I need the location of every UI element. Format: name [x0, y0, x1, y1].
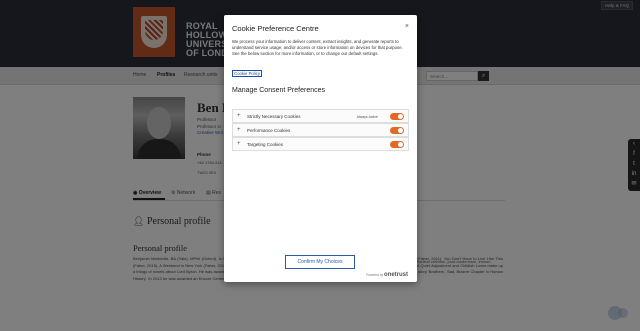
- category-label: Strictly Necessary Cookies: [247, 114, 301, 119]
- cookie-category-strictly-necessary[interactable]: + Strictly Necessary Cookies Always Acti…: [232, 109, 409, 123]
- powered-by-onetrust[interactable]: Powered by onetrust: [366, 272, 408, 278]
- dialog-description: We process your information to deliver c…: [232, 39, 403, 57]
- powered-by-label: Powered by: [366, 273, 384, 277]
- expand-icon[interactable]: +: [237, 141, 241, 147]
- cookie-preference-dialog: Cookie Preference Centre × We process yo…: [224, 15, 417, 282]
- expand-icon[interactable]: +: [237, 113, 241, 119]
- close-icon[interactable]: ×: [405, 23, 409, 30]
- expand-icon[interactable]: +: [237, 127, 241, 133]
- confirm-choices-button[interactable]: Confirm My Choices: [285, 255, 355, 269]
- category-label: Performance Cookies: [247, 128, 291, 133]
- manage-preferences-heading: Manage Consent Preferences: [232, 87, 325, 94]
- category-label: Targeting Cookies: [247, 142, 284, 147]
- cookie-category-targeting[interactable]: + Targeting Cookies: [232, 137, 409, 151]
- cookie-policy-link[interactable]: Cookie Policy: [232, 70, 263, 77]
- cookie-category-performance[interactable]: + Performance Cookies: [232, 123, 409, 137]
- targeting-toggle[interactable]: [390, 141, 404, 148]
- strictly-necessary-toggle[interactable]: [390, 113, 404, 120]
- performance-toggle[interactable]: [390, 127, 404, 134]
- dialog-title: Cookie Preference Centre: [232, 24, 319, 33]
- always-active-label: Always Active: [356, 114, 378, 119]
- onetrust-logo: onetrust: [384, 272, 408, 278]
